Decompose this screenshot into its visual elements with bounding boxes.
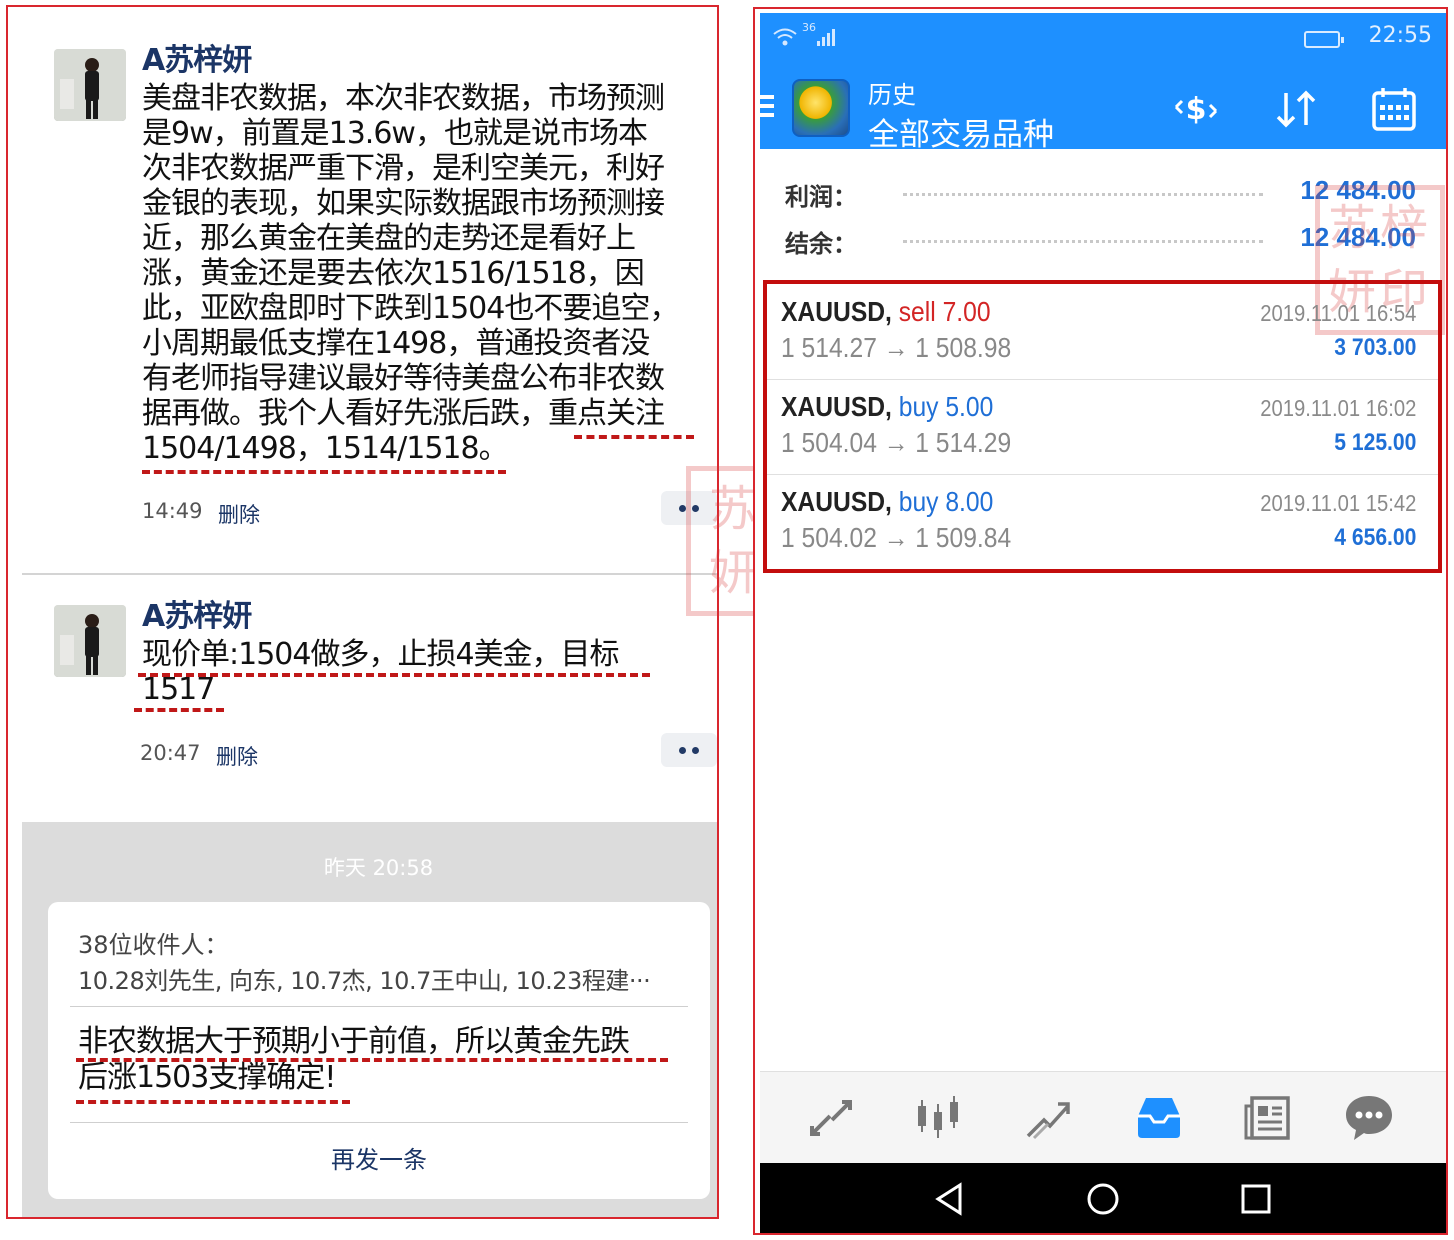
svg-text:$: $ <box>1186 92 1207 127</box>
author-name[interactable]: A苏梓妍 <box>142 35 252 79</box>
post-time: 20:47 <box>140 741 201 765</box>
history-icon[interactable] <box>1132 1092 1186 1144</box>
post-line: 次非农数据严重下滑，是利空美元，利好 <box>142 151 665 186</box>
message-line: 非农数据大于预期小于前值，所以黄金先跌 <box>78 1024 630 1059</box>
calendar-icon[interactable] <box>1368 85 1420 133</box>
quotes-icon[interactable] <box>804 1092 858 1144</box>
trade-symbol: XAUUSD, buy 8.00 <box>781 486 994 517</box>
menu-icon[interactable] <box>760 95 774 122</box>
post-line: 1517 <box>142 672 215 707</box>
highlight-underline <box>76 1100 350 1104</box>
author-name[interactable]: A苏梓妍 <box>142 591 252 635</box>
system-nav-bar <box>760 1163 1446 1233</box>
highlight-underline <box>134 708 224 712</box>
more-options-button[interactable] <box>661 733 717 767</box>
sort-icon[interactable] <box>1270 85 1322 133</box>
news-icon[interactable] <box>1242 1092 1296 1144</box>
trades-highlight-box: XAUUSD, sell 7.00 1 514.27 → 1 508.98 20… <box>763 280 1442 573</box>
highlight-underline <box>138 673 650 677</box>
post-line: 现价单:1504做多，止损4美金，目标 <box>142 637 620 672</box>
trade-side: sell <box>898 296 936 327</box>
highlight-underline <box>574 435 694 439</box>
leader-dots <box>903 193 1263 196</box>
trade-profit: 5 125.00 <box>1333 429 1416 456</box>
recipients-label: 38位收件人： <box>78 931 229 959</box>
message-line: 后涨1503支撑确定! <box>78 1060 336 1095</box>
status-time: 22:55 <box>1368 23 1432 48</box>
card-divider <box>70 1122 688 1123</box>
trade-volume: 5.00 <box>945 391 994 422</box>
trade-icon[interactable] <box>1022 1092 1076 1144</box>
recipients-list[interactable]: 10.28刘先生, 向东, 10.7杰, 10.7王中山, 10.23程建··· <box>78 961 651 996</box>
post-time: 14:49 <box>142 499 203 523</box>
trade-row[interactable]: XAUUSD, buy 8.00 1 504.02 → 1 509.84 201… <box>767 474 1438 569</box>
trade-row[interactable]: XAUUSD, buy 5.00 1 504.04 → 1 514.29 201… <box>767 379 1438 474</box>
battery-icon <box>1304 31 1344 48</box>
post-line: 美盘非农数据，本次非农数据，市场预测 <box>142 81 665 116</box>
post-divider <box>22 573 717 575</box>
trade-prices: 1 504.04 → 1 514.29 <box>781 427 1012 458</box>
trade-volume: 8.00 <box>945 486 994 517</box>
app-header: 36 22:55 历史 全部交易品种 $ <box>760 13 1446 153</box>
trade-volume: 7.00 <box>942 296 991 327</box>
trade-datetime: 2019.11.01 15:42 <box>1259 490 1416 516</box>
signal-icon <box>816 27 838 51</box>
trade-prices: 1 504.02 → 1 509.84 <box>781 522 1012 553</box>
moment-post: A苏梓妍 现价单:1504做多，止损4美金，目标 1517 20:47 删除 <box>8 577 717 817</box>
profit-label: 利润： <box>785 183 857 211</box>
post-line: 是9w，前置是13.6w，也就是说市场本 <box>142 116 648 151</box>
trade-datetime: 2019.11.01 16:54 <box>1259 300 1416 326</box>
trade-symbol: XAUUSD, buy 5.00 <box>781 391 994 422</box>
chat-icon[interactable] <box>1342 1092 1396 1144</box>
wifi-icon <box>772 25 798 53</box>
group-send-timestamp: 昨天 20:58 <box>323 856 434 880</box>
trade-side: buy <box>898 486 939 517</box>
trade-profit: 3 703.00 <box>1333 334 1416 361</box>
recents-icon[interactable] <box>1236 1179 1276 1219</box>
post-text: 现价单:1504做多，止损4美金，目标 1517 <box>142 637 620 707</box>
card-divider <box>70 1006 688 1007</box>
moment-post: A苏梓妍 美盘非农数据，本次非农数据，市场预测 是9w，前置是13.6w，也就是… <box>8 7 717 577</box>
trade-datetime: 2019.11.01 16:02 <box>1259 395 1416 421</box>
trade-symbol: XAUUSD, sell 7.00 <box>781 296 991 327</box>
highlight-underline <box>142 470 506 474</box>
mt4-history-screen: 36 22:55 历史 全部交易品种 $ 利润： 12 484.00 结余： 1… <box>753 7 1448 1235</box>
delete-link[interactable]: 删除 <box>216 741 258 771</box>
avatar[interactable] <box>54 605 126 677</box>
trade-side: buy <box>898 391 939 422</box>
currency-exchange-icon[interactable]: $ <box>1170 85 1222 133</box>
trade-profit: 4 656.00 <box>1333 524 1416 551</box>
avatar[interactable] <box>54 49 126 121</box>
bottom-tab-bar <box>760 1071 1446 1163</box>
home-icon[interactable] <box>1083 1179 1123 1219</box>
post-line: 涨，黄金还是要去依次1516/1518，因 <box>142 256 645 291</box>
moments-panel: A苏梓妍 美盘非农数据，本次非农数据，市场预测 是9w，前置是13.6w，也就是… <box>6 5 719 1219</box>
delete-link[interactable]: 删除 <box>218 499 260 529</box>
screen-title: 历史 <box>868 81 916 109</box>
highlight-underline <box>76 1058 668 1062</box>
signal-label: 36 <box>802 21 816 34</box>
resend-button[interactable]: 再发一条 <box>48 1140 710 1175</box>
post-line: 金银的表现，如果实际数据跟市场预测接 <box>142 186 665 221</box>
post-text: 美盘非农数据，本次非农数据，市场预测 是9w，前置是13.6w，也就是说市场本 … <box>142 81 679 466</box>
post-line: 近，那么黄金在美盘的走势还是看好上 <box>142 221 636 256</box>
post-line: 小周期最低支撑在1498，普通投资者没 <box>142 326 650 361</box>
post-line: 据再做。我个人看好先涨后跌，重点关注 <box>142 396 665 431</box>
trade-row[interactable]: XAUUSD, sell 7.00 1 514.27 → 1 508.98 20… <box>767 284 1438 379</box>
balance-label: 结余： <box>785 230 857 258</box>
post-line: 有老师指导建议最好等待美盘公布非农数 <box>142 361 665 396</box>
symbol-filter[interactable]: 全部交易品种 <box>868 109 1054 154</box>
back-icon[interactable] <box>930 1179 970 1219</box>
group-send-card: 38位收件人： 10.28刘先生, 向东, 10.7杰, 10.7王中山, 10… <box>48 902 710 1199</box>
post-line: 此，亚欧盘即时下跌到1504也不要追空， <box>142 291 679 326</box>
mt4-logo-icon <box>792 79 850 137</box>
leader-dots <box>903 240 1263 243</box>
status-bar: 36 22:55 <box>760 13 1446 61</box>
trade-prices: 1 514.27 → 1 508.98 <box>781 332 1012 363</box>
group-send-record: 昨天 20:58 38位收件人： 10.28刘先生, 向东, 10.7杰, 10… <box>22 822 717 1217</box>
chart-icon[interactable] <box>912 1092 966 1144</box>
